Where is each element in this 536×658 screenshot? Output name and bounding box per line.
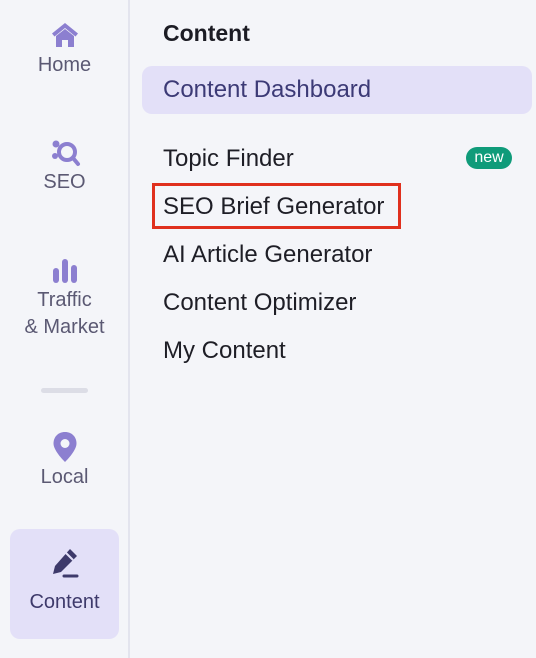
rail-item-content[interactable]: Content <box>10 529 119 639</box>
location-pin-icon <box>48 430 82 464</box>
rail-item-home-label: Home <box>37 54 92 76</box>
new-badge: new <box>466 147 512 169</box>
content-menu-panel: Content Content Dashboard Topic Finder n… <box>132 0 536 658</box>
home-icon <box>48 18 82 52</box>
rail-divider <box>41 388 88 393</box>
seo-icon <box>48 135 82 169</box>
menu-item-ai-article-generator[interactable]: AI Article Generator <box>163 240 372 270</box>
app: Home SEO Traffic & Market Local Content … <box>0 0 536 658</box>
menu-item-content-optimizer[interactable]: Content Optimizer <box>163 288 356 318</box>
menu-item-content-dashboard[interactable]: Content Dashboard <box>142 66 532 114</box>
pen-icon <box>48 545 82 579</box>
rail-item-home[interactable]: Home <box>10 18 119 79</box>
rail-item-content-label: Content <box>29 591 100 613</box>
rail-item-local-label: Local <box>40 466 89 488</box>
menu-item-seo-brief-generator[interactable]: SEO Brief Generator <box>163 192 384 222</box>
menu-item-topic-finder[interactable]: Topic Finder <box>163 144 294 174</box>
rail-item-traffic-market[interactable]: Traffic & Market <box>10 253 119 341</box>
panel-title: Content <box>163 20 250 46</box>
sidebar-rail: Home SEO Traffic & Market Local Content <box>0 0 130 658</box>
menu-item-my-content[interactable]: My Content <box>163 336 286 366</box>
bar-chart-icon <box>48 253 82 287</box>
rail-item-seo[interactable]: SEO <box>10 135 119 196</box>
rail-item-seo-label: SEO <box>43 171 86 193</box>
rail-item-traffic-market-label: Traffic & Market <box>24 287 104 341</box>
rail-item-traffic-market-text: Traffic & Market <box>24 289 105 338</box>
rail-item-local[interactable]: Local <box>10 430 119 491</box>
